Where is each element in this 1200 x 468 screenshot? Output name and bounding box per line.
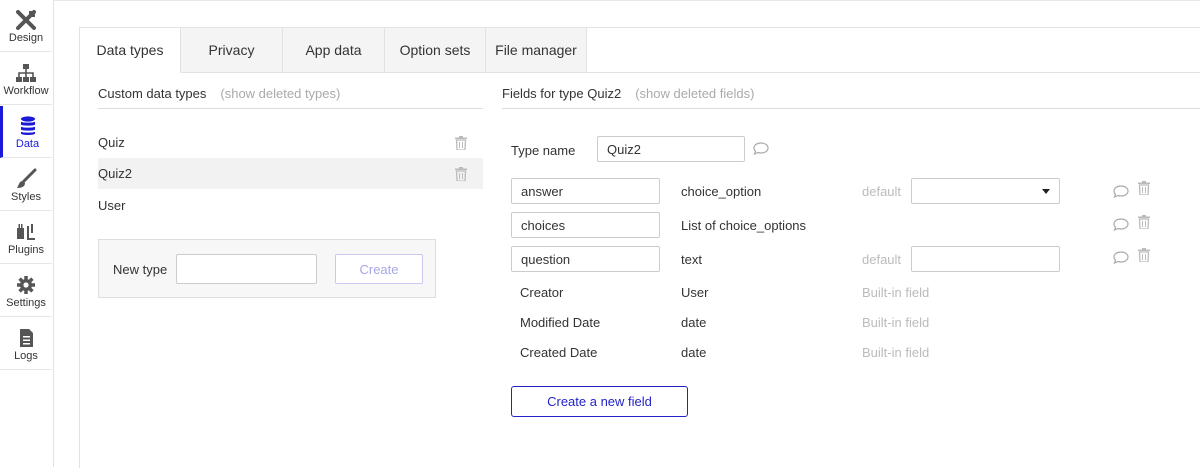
builtin-field-type: User xyxy=(681,285,709,300)
type-row-quiz[interactable]: Quiz xyxy=(98,127,483,158)
sidebar-label: Styles xyxy=(11,191,41,203)
fields-heading: Fields for type Quiz2 (show deleted field… xyxy=(502,86,754,101)
builtin-field-name: Creator xyxy=(520,285,564,300)
custom-types-heading: Custom data types (show deleted types) xyxy=(98,86,340,101)
gear-icon xyxy=(15,274,37,296)
comment-icon[interactable] xyxy=(1113,185,1129,198)
comment-icon[interactable] xyxy=(1113,218,1129,231)
tab-app-data[interactable]: App data xyxy=(283,28,385,73)
default-input[interactable] xyxy=(911,246,1060,272)
show-deleted-fields-link[interactable]: (show deleted fields) xyxy=(635,86,754,101)
divider xyxy=(502,108,1200,109)
field-name-input[interactable]: choices xyxy=(511,212,660,238)
default-label: default xyxy=(862,252,902,267)
builtin-note: Built-in field xyxy=(862,345,930,360)
type-name-value: Quiz2 xyxy=(607,141,641,157)
field-type: choice_option xyxy=(681,184,762,199)
trash-icon[interactable] xyxy=(455,136,467,150)
comment-icon[interactable] xyxy=(1113,251,1129,264)
sidebar-item-design[interactable]: Design xyxy=(0,0,52,52)
type-name: User xyxy=(98,198,126,213)
default-label: default xyxy=(862,184,902,199)
plug-icon xyxy=(15,221,37,243)
comment-icon[interactable] xyxy=(753,142,769,155)
sidebar-item-styles[interactable]: Styles xyxy=(0,159,52,211)
trash-icon[interactable] xyxy=(1138,215,1150,229)
data-panel: Data types Privacy App data Option sets … xyxy=(79,27,1200,468)
new-type-input[interactable] xyxy=(176,254,317,284)
builtin-field-type: date xyxy=(681,345,707,360)
sidebar-label: Logs xyxy=(14,350,38,362)
brush-icon xyxy=(15,168,37,190)
left-sidebar: Design Workflow Data Styles Plugins Sett… xyxy=(0,0,54,467)
field-name: choices xyxy=(521,217,566,233)
workflow-icon xyxy=(15,62,37,84)
chevron-down-icon xyxy=(1042,189,1050,194)
top-divider xyxy=(54,0,1200,1)
default-dropdown[interactable] xyxy=(911,178,1060,204)
create-type-button[interactable]: Create xyxy=(335,254,423,284)
type-name: Quiz xyxy=(98,135,125,150)
sidebar-item-workflow[interactable]: Workflow xyxy=(0,53,52,105)
builtin-field-type: date xyxy=(681,315,707,330)
field-name-input[interactable]: question xyxy=(511,246,660,272)
design-icon xyxy=(15,9,37,31)
tab-data-types[interactable]: Data types xyxy=(80,28,181,73)
new-type-form: New type Create xyxy=(98,239,436,298)
tab-option-sets[interactable]: Option sets xyxy=(385,28,486,73)
field-name: question xyxy=(521,251,571,267)
sidebar-item-plugins[interactable]: Plugins xyxy=(0,212,52,264)
divider xyxy=(98,108,483,109)
field-name-input[interactable]: answer xyxy=(511,178,660,204)
type-name-input[interactable]: Quiz2 xyxy=(597,136,745,162)
sidebar-item-logs[interactable]: Logs xyxy=(0,318,52,370)
new-type-label: New type xyxy=(113,262,168,277)
trash-icon[interactable] xyxy=(455,167,467,181)
sidebar-label: Design xyxy=(8,32,44,44)
database-icon xyxy=(17,115,39,137)
trash-icon[interactable] xyxy=(1138,248,1150,262)
tab-divider xyxy=(587,72,1200,73)
sidebar-item-settings[interactable]: Settings xyxy=(0,265,52,317)
tab-file-manager[interactable]: File manager xyxy=(486,28,587,73)
trash-icon[interactable] xyxy=(1138,181,1150,195)
type-row-user[interactable]: User xyxy=(98,190,483,221)
field-type: text xyxy=(681,252,702,267)
builtin-note: Built-in field xyxy=(862,285,930,300)
sidebar-label: Workflow xyxy=(3,85,49,97)
field-type: List of choice_options xyxy=(681,218,807,233)
type-row-quiz2[interactable]: Quiz2 xyxy=(98,158,483,189)
sidebar-item-data[interactable]: Data xyxy=(0,106,52,158)
tab-bar: Data types Privacy App data Option sets … xyxy=(80,28,587,73)
tab-privacy[interactable]: Privacy xyxy=(181,28,283,73)
field-name: answer xyxy=(521,183,563,199)
fields-title: Fields for type Quiz2 xyxy=(502,86,622,101)
builtin-field-name: Created Date xyxy=(520,345,598,360)
sidebar-label: Data xyxy=(15,138,40,150)
sidebar-label: Plugins xyxy=(7,244,45,256)
builtin-note: Built-in field xyxy=(862,315,930,330)
custom-types-title: Custom data types xyxy=(98,86,207,101)
document-icon xyxy=(15,327,37,349)
show-deleted-types-link[interactable]: (show deleted types) xyxy=(220,86,340,101)
create-new-field-button[interactable]: Create a new field xyxy=(511,386,688,417)
type-name-label: Type name xyxy=(511,143,576,158)
type-name: Quiz2 xyxy=(98,166,132,181)
sidebar-label: Settings xyxy=(6,297,46,309)
builtin-field-name: Modified Date xyxy=(520,315,601,330)
